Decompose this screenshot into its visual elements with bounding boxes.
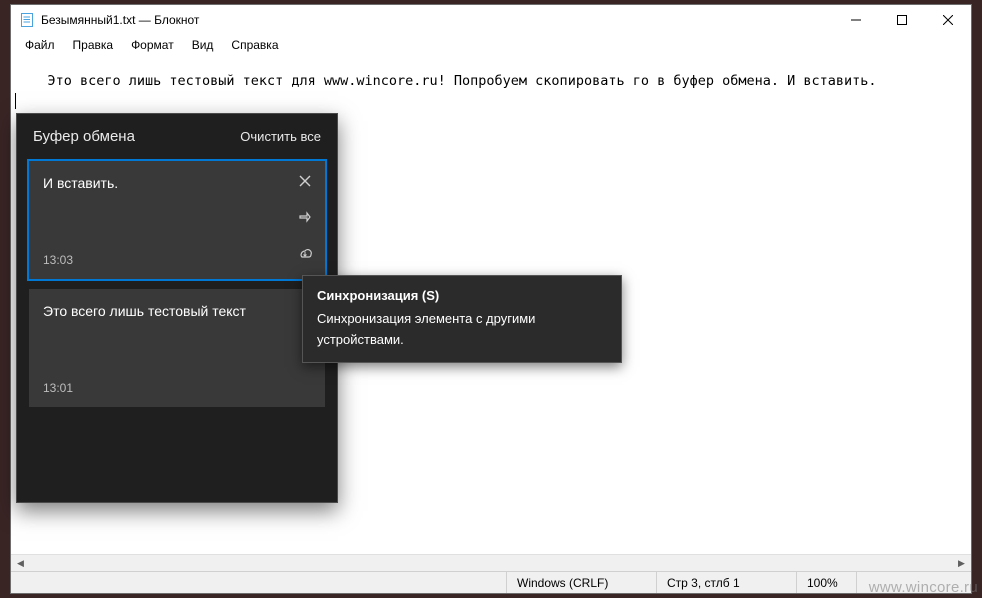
clipboard-item-actions: [291, 167, 319, 267]
statusbar: Windows (CRLF) Стр 3, стлб 1 100%: [11, 571, 971, 593]
window-title: Безымянный1.txt — Блокнот: [41, 13, 199, 27]
scroll-left-icon[interactable]: ◀: [12, 556, 29, 571]
clipboard-item-text: И вставить.: [43, 175, 285, 191]
menu-format[interactable]: Формат: [123, 36, 182, 54]
status-linebreak: Windows (CRLF): [506, 572, 656, 593]
tooltip: Синхронизация (S) Синхронизация элемента…: [302, 275, 622, 363]
minimize-button[interactable]: [833, 5, 879, 35]
flyout-header: Буфер обмена Очистить все: [17, 114, 337, 157]
scroll-right-icon[interactable]: ▶: [953, 556, 970, 571]
menubar: Файл Правка Формат Вид Справка: [11, 35, 971, 55]
titlebar[interactable]: Безымянный1.txt — Блокнот: [11, 5, 971, 35]
status-empty: [856, 572, 971, 593]
tooltip-body: Синхронизация элемента с другими устройс…: [317, 309, 607, 351]
sync-icon[interactable]: [291, 239, 319, 267]
clipboard-item-text: Это всего лишь тестовый текст: [43, 303, 285, 319]
menu-help[interactable]: Справка: [223, 36, 286, 54]
flyout-title: Буфер обмена: [33, 128, 135, 145]
clipboard-item[interactable]: И вставить. 13:03: [29, 161, 325, 279]
maximize-button[interactable]: [879, 5, 925, 35]
horizontal-scrollbar[interactable]: ◀ ▶: [11, 554, 971, 571]
clipboard-item[interactable]: Это всего лишь тестовый текст 13:01: [29, 289, 325, 407]
clear-all-button[interactable]: Очистить все: [240, 129, 321, 144]
close-button[interactable]: [925, 5, 971, 35]
menu-file[interactable]: Файл: [17, 36, 63, 54]
status-zoom: 100%: [796, 572, 856, 593]
text-caret: [15, 93, 16, 109]
menu-view[interactable]: Вид: [184, 36, 222, 54]
pin-icon[interactable]: [291, 203, 319, 231]
status-caret-position: Стр 3, стлб 1: [656, 572, 796, 593]
app-icon: [19, 12, 35, 28]
delete-icon[interactable]: [291, 167, 319, 195]
clipboard-flyout: Буфер обмена Очистить все И вставить. 13…: [16, 113, 338, 503]
menu-edit[interactable]: Правка: [65, 36, 122, 54]
clipboard-item-time: 13:03: [43, 253, 285, 267]
clipboard-item-time: 13:01: [43, 381, 285, 395]
editor-content: Это всего лишь тестовый текст для www.wi…: [48, 73, 877, 89]
tooltip-title: Синхронизация (S): [317, 286, 607, 307]
